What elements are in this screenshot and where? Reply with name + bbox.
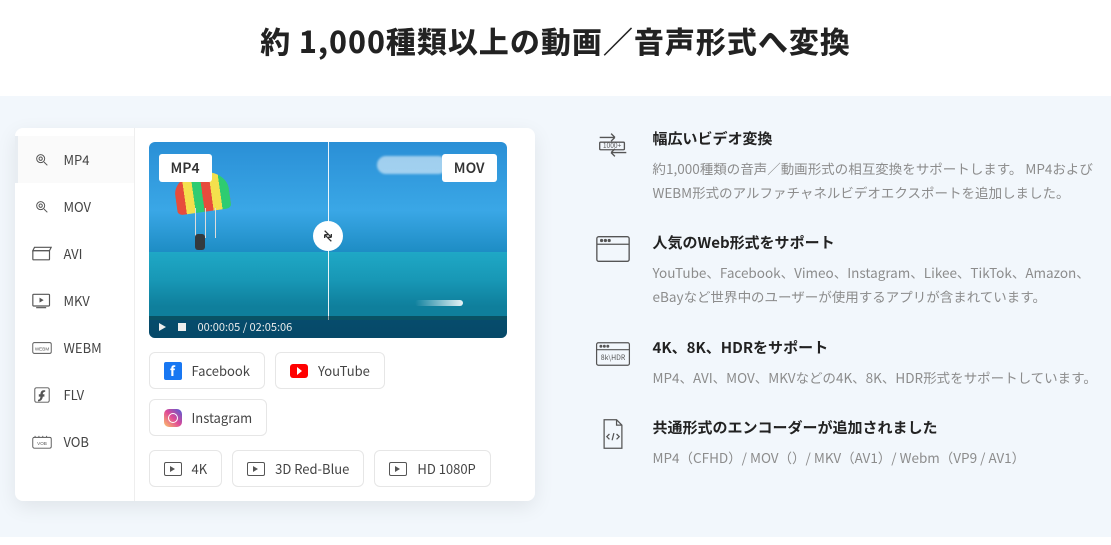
chip-3d[interactable]: 3D Red-Blue <box>232 450 364 487</box>
sidebar-item-webm[interactable]: WEBM WEBM <box>15 324 134 371</box>
chip-hd1080p[interactable]: HD 1080P <box>374 450 490 487</box>
quality-icon <box>389 460 407 478</box>
youtube-icon <box>290 362 308 380</box>
feature-4k8khdr: 8k\HDR 4K、8K、HDRをサポート MP4、AVI、MOV、MKVなどの… <box>593 337 1101 390</box>
sidebar-item-mkv[interactable]: MKV <box>15 277 134 324</box>
sidebar-item-avi[interactable]: AVI <box>15 230 134 277</box>
play-rect-icon <box>32 294 52 308</box>
chip-label: 4K <box>192 459 208 478</box>
sidebar-item-vob[interactable]: VOB VOB <box>15 418 134 465</box>
feature-title: 人気のWeb形式をサポート <box>653 232 1101 253</box>
preview-column: MP4 MOV 00:00:05 / 02:05:06 f Facebook <box>135 128 535 501</box>
chip-label: Instagram <box>192 408 253 427</box>
feature-web-formats: 人気のWeb形式をサポート YouTube、Facebook、Vimeo、Ins… <box>593 232 1101 308</box>
flash-icon <box>32 388 52 402</box>
format-sidebar: MP4 MOV AVI <box>15 128 135 501</box>
chip-4k[interactable]: 4K <box>149 450 223 487</box>
svg-text:VOB: VOB <box>37 441 47 446</box>
quality-icon <box>164 460 182 478</box>
feature-desc: MP4（CFHD）/ MOV（）/ MKV（AV1）/ Webm（VP9 / A… <box>653 446 1026 470</box>
magnifier-icon <box>32 153 52 167</box>
chip-youtube[interactable]: YouTube <box>275 352 385 389</box>
quality-icon <box>247 460 265 478</box>
feature-desc: MP4、AVI、MOV、MKVなどの4K、8K、HDR形式をサポートしています。 <box>653 366 1097 390</box>
sidebar-item-label: MKV <box>64 291 90 310</box>
feature-desc: YouTube、Facebook、Vimeo、Instagram、Likee、T… <box>653 261 1101 308</box>
feature-wide-conversion: 1000+ 幅広いビデオ変換 約1,000種類の音声／動画形式の相互変換をサポー… <box>593 128 1101 204</box>
swap-button[interactable] <box>313 221 343 251</box>
decoration-cloud <box>377 156 447 174</box>
svg-text:1000+: 1000+ <box>602 140 621 150</box>
chip-label: YouTube <box>318 361 370 380</box>
timecode: 00:00:05 / 02:05:06 <box>198 319 293 335</box>
chip-label: 3D Red-Blue <box>275 459 349 478</box>
feature-encoders: 共通形式のエンコーダーが追加されました MP4（CFHD）/ MOV（）/ MK… <box>593 417 1101 470</box>
swap-icon <box>320 228 336 244</box>
sidebar-item-mov[interactable]: MOV <box>15 183 134 230</box>
webm-icon: WEBM <box>32 341 52 355</box>
feature-title: 4K、8K、HDRをサポート <box>653 337 1097 358</box>
sidebar-item-label: MOV <box>64 197 92 216</box>
svg-text:8k\HDR: 8k\HDR <box>600 352 625 362</box>
sidebar-item-mp4[interactable]: MP4 <box>15 136 134 183</box>
browser-icon <box>593 232 633 266</box>
chip-row-social: f Facebook YouTube Instagram <box>149 352 509 436</box>
hdr-icon: 8k\HDR <box>593 337 633 371</box>
code-file-icon <box>593 417 633 451</box>
format-badge-right: MOV <box>442 154 497 182</box>
sidebar-item-label: FLV <box>64 385 85 404</box>
chip-facebook[interactable]: f Facebook <box>149 352 265 389</box>
chip-instagram[interactable]: Instagram <box>149 399 268 436</box>
video-controls: 00:00:05 / 02:05:06 <box>149 316 507 338</box>
play-icon[interactable] <box>159 323 166 331</box>
facebook-icon: f <box>164 362 182 380</box>
feature-title: 共通形式のエンコーダーが追加されました <box>653 417 1026 438</box>
features-list: 1000+ 幅広いビデオ変換 約1,000種類の音声／動画形式の相互変換をサポー… <box>593 128 1101 498</box>
sidebar-item-flv[interactable]: FLV <box>15 371 134 418</box>
vob-icon: VOB <box>32 435 52 449</box>
magnifier-icon <box>32 200 52 214</box>
chip-label: HD 1080P <box>417 459 475 478</box>
converter-card: MP4 MOV AVI <box>15 128 535 501</box>
page-title: 約 1,000種類以上の動画／音声形式へ変換 <box>0 18 1111 62</box>
feature-desc: 約1,000種類の音声／動画形式の相互変換をサポートします。 MP4およびWEB… <box>653 157 1101 204</box>
chip-label: Facebook <box>192 361 250 380</box>
sidebar-item-label: MP4 <box>64 150 90 169</box>
convert-icon: 1000+ <box>593 128 633 162</box>
sidebar-item-label: AVI <box>64 244 83 263</box>
content-band: MP4 MOV AVI <box>0 96 1111 537</box>
stop-icon[interactable] <box>178 323 186 331</box>
video-preview: MP4 MOV 00:00:05 / 02:05:06 <box>149 142 507 338</box>
instagram-icon <box>164 409 182 427</box>
chip-row-quality: 4K 3D Red-Blue HD 1080P <box>149 450 509 487</box>
format-badge-left: MP4 <box>159 154 212 182</box>
hero: 約 1,000種類以上の動画／音声形式へ変換 <box>0 0 1111 96</box>
sidebar-item-label: WEBM <box>64 338 102 357</box>
decoration-boat <box>431 296 463 306</box>
svg-text:WEBM: WEBM <box>34 346 48 351</box>
feature-title: 幅広いビデオ変換 <box>653 128 1101 149</box>
sidebar-item-label: VOB <box>64 432 89 451</box>
clapper-icon <box>32 247 52 261</box>
